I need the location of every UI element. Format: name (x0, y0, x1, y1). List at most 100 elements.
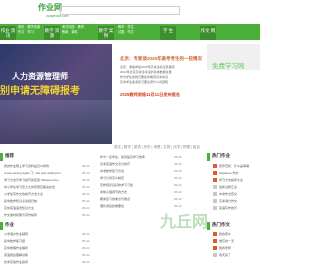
list-item[interactable]: 高考英语作文高分技巧 (100, 162, 172, 166)
list-item[interactable]: 小学生写作文的技巧方法大全 (4, 192, 80, 196)
list-item[interactable]: 高中物理作业解析 (4, 246, 80, 250)
rank-badge (213, 206, 217, 211)
tab-subject[interactable]: 数学 (124, 145, 131, 149)
hot-item[interactable]: Applause 作文 (213, 171, 255, 176)
list-item[interactable]: 作为一名学生，如何提高学习效率 (100, 155, 172, 159)
hot-item-text: Applause 作文 (219, 171, 239, 175)
nav-link[interactable]: 试题 (118, 30, 124, 35)
list-date: 05-22 (82, 206, 90, 210)
tab-subject[interactable]: 地理 (153, 145, 160, 149)
site-logo[interactable]: 作业网 (38, 2, 62, 13)
news-line[interactable]: 2024年北京高考生考试的具体数据总量 (120, 70, 200, 74)
hot-item[interactable]: 难忘的一天 (213, 239, 255, 244)
hot-item[interactable]: 最新试题汇总 (213, 185, 255, 190)
tab-subject[interactable]: 化学 (173, 145, 180, 149)
section-marker (0, 153, 3, 161)
rank-badge (213, 185, 217, 190)
tab-subject[interactable]: 英语 (134, 145, 141, 149)
nav-tab-label: 教学 案例 (98, 28, 114, 38)
list-date: 05-22 (174, 190, 182, 194)
news-headline[interactable]: 北京：专家谈2025年高考考生的一些情况 (120, 56, 204, 62)
hot-item[interactable]: 春天来了 (213, 253, 255, 258)
nav-tab-resources[interactable]: 教学 资源 (44, 26, 60, 40)
list-date: 05-22 (174, 197, 182, 201)
nav-tab-students[interactable]: 学 生 (160, 26, 176, 40)
hot-item[interactable]: 高考满分作文 (213, 199, 255, 204)
nav-link[interactable]: 作文 (18, 30, 24, 35)
list-date: 05-22 (82, 232, 90, 236)
subject-tabs: 语文 | 数学 | 英语 | 历史 | 地理 | 生物 | 化学 | 物理 | … (114, 145, 200, 149)
hot-item-text: 最新试题汇总 (219, 185, 238, 189)
tab-subject[interactable]: 政治 (193, 145, 200, 149)
tab-subject[interactable]: 语文 (114, 145, 121, 149)
hot-item[interactable]: 中考作文范文 (213, 192, 255, 197)
list-item[interactable]: 课外阅读的重要性 (100, 204, 160, 208)
list-item[interactable]: 作文素材积累与写作指导 (4, 213, 80, 217)
list-date: 05-22 (174, 155, 182, 159)
news-line[interactable]: 高考学生备考复习要注意什么问题呢 (120, 80, 200, 84)
hot2-title: 热门作文 (212, 222, 230, 227)
list-date: 05-22 (82, 192, 90, 196)
hot-item-text: 高考满分作文 (219, 199, 238, 203)
list-item[interactable]: 初中数学知识点总结归纳 (4, 199, 80, 203)
nav-tab-label: 作文 网 (200, 28, 216, 33)
list-item[interactable]: 高中英语语法知识大全 (4, 206, 80, 210)
hot-item[interactable]: 佳作赏析：什么是幸福 (213, 164, 255, 169)
hot-item[interactable]: 英语写作技巧 (213, 206, 255, 211)
rank-badge (213, 232, 217, 237)
section-marker (0, 222, 3, 230)
rank-badge (213, 246, 217, 251)
tab-subject[interactable]: 物理 (183, 145, 190, 149)
hot-item[interactable]: 学习方法指导大全 (213, 178, 255, 183)
news-line[interactable]: 北京：准备参加2025年高考生的注意事项 (120, 65, 200, 69)
list-item[interactable]: 化学实验作业指导 (4, 260, 80, 264)
hot-item-text: 中考作文范文 (219, 192, 238, 196)
hot-item-text: 佳作赏析：什么是幸福 (219, 164, 250, 168)
nav-links-group2: 考试动态 教学 教案 课件 (62, 25, 87, 35)
list-item[interactable]: 我的作业网上学习资料是怎么样的 (4, 164, 80, 168)
nav-tab-label: 教学 资源 (44, 28, 60, 38)
nav-link[interactable]: 学习 (27, 30, 33, 35)
list-item[interactable]: 考前心理调节的方法 (100, 190, 172, 194)
list-item[interactable]: 小学语文作业辅导 (4, 232, 80, 236)
nav-link[interactable]: 课件 (71, 30, 77, 35)
nav-tab-label: 学 生 (162, 28, 174, 33)
list-item[interactable]: 初中数学练习题 (4, 239, 80, 243)
nav-link[interactable]: 教案 (62, 30, 68, 35)
list-date: 05-22 (174, 162, 182, 166)
free-study-link[interactable]: 免费学习网 (212, 60, 245, 70)
nav-link[interactable]: 教学 (78, 25, 84, 30)
banner-photo (0, 100, 112, 144)
nav-tab-cases[interactable]: 教学 案例 (98, 26, 114, 40)
rank-badge (213, 171, 217, 176)
list-item[interactable]: 英语阅读理解训练 (4, 253, 80, 257)
news-headline-2[interactable]: 2025教师资格11月11日发布报名 (120, 92, 204, 98)
list-item[interactable]: 中小学生学习压力大的原因及解决办法 (4, 185, 80, 189)
list-date: 05-22 (82, 199, 90, 203)
hot-item[interactable]: 我的老师 (213, 246, 255, 251)
list-date: 05-22 (174, 169, 182, 173)
hot-item[interactable]: 我的家乡 (213, 232, 255, 237)
nav-links-group1: 资讯 教学资源 作文 学习 (18, 25, 43, 35)
rank-badge (213, 239, 217, 244)
nav-tab-essays[interactable]: 作文 网 (200, 26, 216, 40)
list-date: 05-22 (82, 253, 90, 257)
promo-banner[interactable]: 人力资源管理师 别申请无障碍报考 (0, 44, 112, 144)
tab-subject[interactable]: 生物 (163, 145, 170, 149)
hot-item-text: 我的家乡 (219, 232, 232, 236)
hot-title: 热门作业 (212, 153, 230, 158)
list-item[interactable]: 中考数学复习方法 (100, 169, 172, 173)
list-item[interactable]: 学习计划怎么制定 (100, 176, 172, 180)
tab-subject[interactable]: 历史 (144, 145, 151, 149)
hot-item-text: 学习方法指导大全 (219, 178, 244, 182)
list-item[interactable]: 学习方法与学习技巧的区别 Pleasant Zoo (4, 178, 80, 182)
news-line[interactable]: 作为学生的我们要如何看待高考考试 (120, 75, 200, 79)
banner-line1: 人力资源管理师 (12, 72, 68, 81)
nav-link[interactable]: 作文 (127, 30, 133, 35)
list-item[interactable]: 期末复习的重点与难点 (100, 197, 172, 201)
list-item[interactable]: 怎样培养良好的学习习惯 (100, 183, 172, 187)
hot-item-text: 难忘的一天 (219, 239, 235, 243)
search-input[interactable] (60, 6, 180, 15)
list-item[interactable]: It was raining again 下, she was waiting … (4, 171, 80, 175)
nav-tab-news[interactable]: 作业 资讯 (0, 26, 16, 40)
